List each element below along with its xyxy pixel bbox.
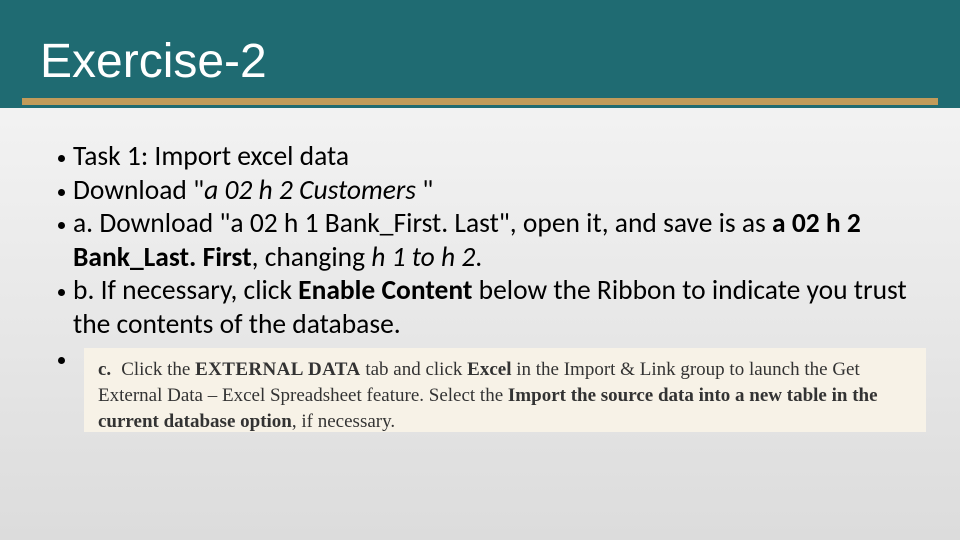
text: .: [475, 241, 482, 274]
bullet-3: a. Download "a 02 h 1 Bank_First. Last",…: [58, 207, 922, 274]
text: , changing: [252, 241, 372, 274]
bullet-2: Download "a 02 h 2 Customers ": [58, 174, 922, 208]
bullet-icon: [58, 289, 65, 296]
bold-text: Enable Content: [298, 274, 472, 307]
caps-text: EXTERNAL DATA: [195, 359, 361, 380]
text: a. Download "a 02 h 1 Bank_First. Last",…: [73, 207, 772, 240]
bullet-4-text: b. If necessary, click Enable Content be…: [73, 274, 922, 341]
text: b. If necessary, click: [73, 274, 298, 307]
bullet-icon: [58, 189, 65, 196]
content-area: Task 1: Import excel data Download "a 02…: [58, 140, 922, 341]
bullet-icon: [58, 222, 65, 229]
italic-text: a 02 h 2 Customers: [204, 174, 422, 207]
bullet-icon: [58, 155, 65, 162]
text: , if necessary.: [292, 411, 395, 432]
bullet-3-text: a. Download "a 02 h 1 Bank_First. Last",…: [73, 207, 922, 274]
slide-title: Exercise-2: [40, 34, 267, 89]
embedded-label: c.: [98, 359, 111, 380]
text: Click the: [121, 359, 195, 380]
embedded-instruction-box: c.Click the EXTERNAL DATA tab and click …: [84, 348, 926, 432]
text: ": [422, 174, 433, 207]
slide: Exercise-2 Task 1: Import excel data Dow…: [0, 0, 960, 540]
title-bar: Exercise-2: [0, 0, 960, 108]
bullet-4: b. If necessary, click Enable Content be…: [58, 274, 922, 341]
bullet-1-text: Task 1: Import excel data: [73, 140, 922, 174]
bullet-icon: [58, 357, 65, 364]
bullet-2-text: Download "a 02 h 2 Customers ": [73, 174, 922, 208]
title-underline: [22, 98, 938, 105]
text: Download ": [73, 174, 204, 207]
italic-text: h 1 to h 2: [371, 241, 475, 274]
bullet-1: Task 1: Import excel data: [58, 140, 922, 174]
text: tab and click: [361, 359, 468, 380]
bold-text: Excel: [467, 359, 511, 380]
